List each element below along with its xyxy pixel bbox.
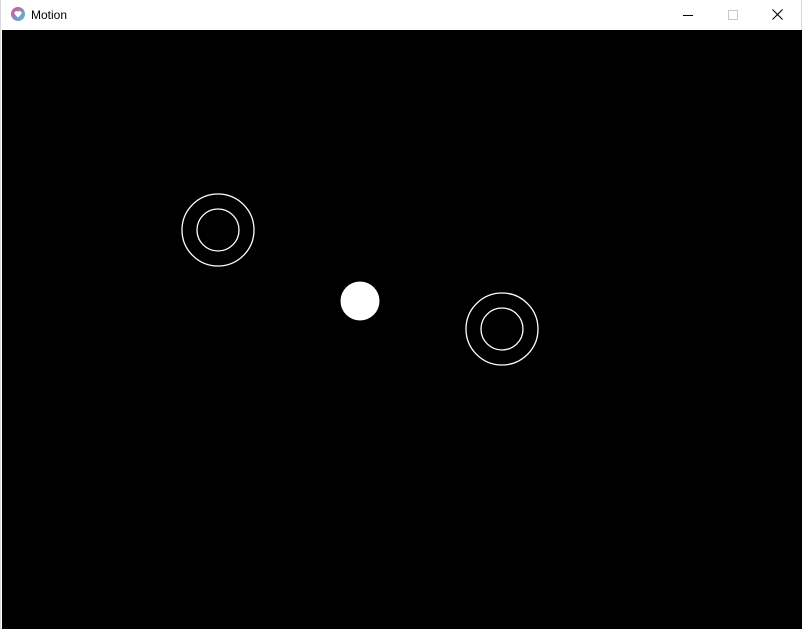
app-window: Motion: [0, 0, 802, 629]
target-ring-right: [465, 292, 539, 366]
motion-canvas[interactable]: [2, 30, 802, 629]
close-button[interactable]: [755, 0, 800, 29]
window-title: Motion: [31, 8, 68, 22]
close-icon: [772, 9, 783, 20]
heart-app-icon: [11, 7, 25, 21]
scene: [181, 193, 539, 366]
title-bar[interactable]: Motion: [1, 0, 801, 30]
maximize-button[interactable]: [710, 0, 755, 29]
minimize-button[interactable]: [665, 0, 710, 29]
ball: [340, 281, 380, 321]
minimize-icon: [682, 14, 693, 16]
maximize-icon: [727, 9, 738, 20]
target-ring-left: [181, 193, 255, 267]
